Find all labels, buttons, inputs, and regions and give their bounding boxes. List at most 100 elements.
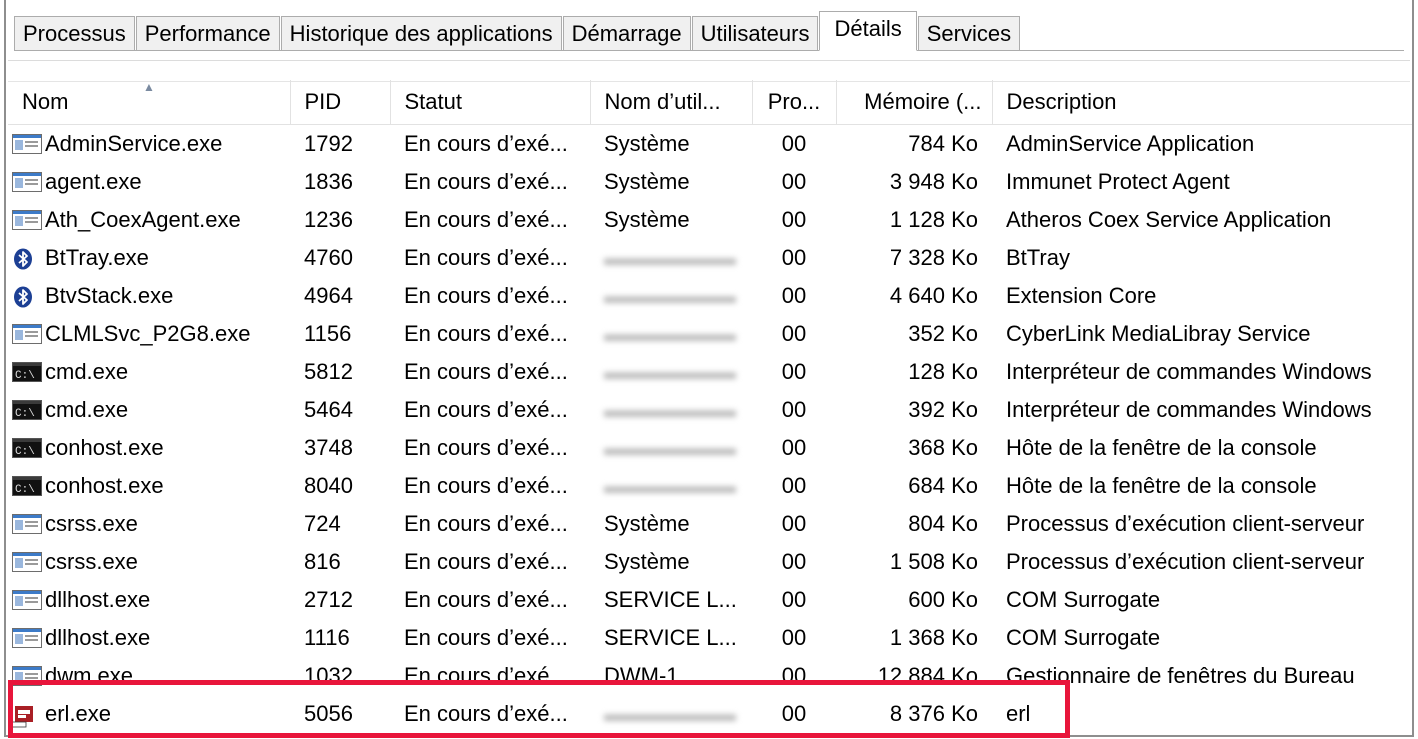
- description-cell: Interpréteur de commandes Windows: [1006, 397, 1372, 422]
- cpu-cell: 00: [781, 207, 807, 232]
- table-row[interactable]: erl.exe 5056 En cours d’exé... ▬▬▬▬▬▬ 00 8 37…: [8, 695, 1412, 733]
- redacted-user-name: ▬▬▬▬▬▬: [604, 701, 736, 726]
- tab-services[interactable]: Services: [917, 16, 1021, 50]
- description-cell: Interpréteur de commandes Windows: [1006, 359, 1372, 384]
- column-header-cpu[interactable]: Pro...: [752, 80, 837, 125]
- pid-cell: 4760: [304, 245, 353, 270]
- cpu-cell: 00: [781, 549, 807, 574]
- memory-cell: 3 948 Ko: [889, 169, 978, 194]
- status-cell: En cours d’exé...: [404, 511, 568, 536]
- pid-cell: 5812: [304, 359, 353, 384]
- tab-performance[interactable]: Performance: [135, 16, 280, 50]
- user-cell: ▬▬▬▬▬▬: [590, 391, 752, 429]
- description-cell: COM Surrogate: [1006, 587, 1161, 612]
- user-cell: ▬▬▬▬▬▬: [590, 315, 752, 353]
- description-cell: CyberLink MediaLibray Service: [1006, 321, 1311, 346]
- process-name: csrss.exe: [8, 543, 290, 581]
- table-row[interactable]: csrss.exe 816 En cours d’exé... Système 00 1 …: [8, 543, 1412, 581]
- process-name: BtTray.exe: [8, 239, 290, 277]
- tab-historique[interactable]: Historique des applications: [280, 16, 562, 50]
- column-header-description[interactable]: Description: [992, 80, 1412, 125]
- table-row[interactable]: BtvStack.exe 4964 En cours d’exé... ▬▬▬▬▬▬ 0…: [8, 277, 1412, 315]
- tab-processus[interactable]: Processus: [14, 16, 135, 50]
- table-row[interactable]: Ath_CoexAgent.exe 1236 En cours d’exé... Sy…: [8, 201, 1412, 239]
- memory-cell: 4 640 Ko: [889, 283, 978, 308]
- status-cell: En cours d’exé...: [404, 321, 568, 346]
- cpu-cell: 00: [781, 511, 807, 536]
- sort-ascending-icon: ▲: [143, 80, 155, 94]
- table-row[interactable]: dllhost.exe 1116 En cours d’exé... SERVICE …: [8, 619, 1412, 657]
- status-cell: En cours d’exé...: [404, 169, 568, 194]
- pid-cell: 2712: [304, 587, 353, 612]
- pid-cell: 816: [304, 549, 341, 574]
- user-cell: ▬▬▬▬▬▬: [590, 695, 752, 733]
- table-row[interactable]: C:\ conhost.exe 3748 En cours d’exé... ▬▬▬▬▬…: [8, 429, 1412, 467]
- cpu-cell: 00: [781, 359, 807, 384]
- status-cell: En cours d’exé...: [404, 435, 568, 460]
- console-icon: C:\: [12, 476, 42, 498]
- pid-cell: 5056: [304, 701, 353, 726]
- tab-utilisateurs[interactable]: Utilisateurs: [691, 16, 819, 50]
- tab-demarrage[interactable]: Démarrage: [562, 16, 691, 50]
- table-row[interactable]: agent.exe 1836 En cours d’exé... Système 00 3…: [8, 163, 1412, 201]
- user-cell: ▬▬▬▬▬▬: [590, 353, 752, 391]
- status-cell: En cours d’exé...: [404, 207, 568, 232]
- status-cell: En cours d’exé...: [404, 131, 568, 156]
- user-cell: ▬▬▬▬▬▬: [590, 277, 752, 315]
- bluetooth-icon: [12, 286, 42, 308]
- redacted-user-name: ▬▬▬▬▬▬: [604, 245, 736, 270]
- process-name-label: csrss.exe: [45, 511, 138, 536]
- memory-cell: 1 128 Ko: [889, 207, 978, 232]
- process-name: BtvStack.exe: [8, 277, 290, 315]
- tab-bar: Processus Performance Historique des app…: [14, 10, 1404, 51]
- column-header-pid[interactable]: PID: [290, 80, 391, 125]
- status-cell: En cours d’exé...: [404, 283, 568, 308]
- table-row[interactable]: AdminService.exe 1792 En cours d’exé... Sys…: [8, 125, 1412, 164]
- column-header-memory[interactable]: Mémoire (...: [836, 80, 993, 125]
- table-row[interactable]: CLMLSvc_P2G8.exe 1156 En cours d’exé... ▬▬▬…: [8, 315, 1412, 353]
- app-window-icon: [12, 210, 42, 232]
- description-cell: Gestionnaire de fenêtres du Bureau: [1006, 663, 1355, 688]
- memory-cell: 352 Ko: [908, 321, 978, 346]
- user-cell: Système: [604, 169, 690, 194]
- tab-details[interactable]: Détails: [819, 11, 917, 51]
- table-row[interactable]: csrss.exe 724 En cours d’exé... Système 00 80…: [8, 505, 1412, 543]
- memory-cell: 600 Ko: [908, 587, 978, 612]
- status-cell: En cours d’exé...: [404, 359, 568, 384]
- table-row[interactable]: dllhost.exe 2712 En cours d’exé... SERVICE …: [8, 581, 1412, 619]
- table-row[interactable]: C:\ cmd.exe 5812 En cours d’exé... ▬▬▬▬▬▬ 00 1…: [8, 353, 1412, 391]
- status-cell: En cours d’exé...: [404, 473, 568, 498]
- process-name: C:\ cmd.exe: [8, 391, 290, 429]
- bluetooth-icon: [12, 248, 42, 270]
- memory-cell: 7 328 Ko: [889, 245, 978, 270]
- pid-cell: 724: [304, 511, 341, 536]
- process-name: AdminService.exe: [8, 125, 290, 164]
- table-row[interactable]: C:\ cmd.exe 5464 En cours d’exé... ▬▬▬▬▬▬ 00 3…: [8, 391, 1412, 429]
- table-row[interactable]: dwm.exe 1032 En cours d’exé... DWM-1 00 12 88…: [8, 657, 1412, 695]
- cpu-cell: 00: [781, 663, 807, 688]
- cpu-cell: 00: [781, 397, 807, 422]
- column-header-name[interactable]: ▲ Nom: [8, 80, 291, 125]
- app-window-icon: [12, 590, 42, 612]
- cpu-cell: 00: [781, 245, 807, 270]
- table-row[interactable]: C:\ conhost.exe 8040 En cours d’exé... ▬▬▬▬▬…: [8, 467, 1412, 505]
- description-cell: Atheros Coex Service Application: [1006, 207, 1332, 232]
- process-name: agent.exe: [8, 163, 290, 201]
- console-icon: C:\: [12, 438, 42, 460]
- status-cell: En cours d’exé...: [404, 245, 568, 270]
- status-cell: En cours d’exé...: [404, 587, 568, 612]
- description-cell: Processus d’exécution client-serveur: [1006, 549, 1365, 574]
- process-name: dwm.exe: [8, 657, 290, 695]
- svg-text:C:\: C:\: [15, 370, 35, 382]
- process-name-label: dllhost.exe: [45, 625, 151, 650]
- user-cell: DWM-1: [604, 663, 679, 688]
- table-row[interactable]: BtTray.exe 4760 En cours d’exé... ▬▬▬▬▬▬ 00 7…: [8, 239, 1412, 277]
- memory-cell: 8 376 Ko: [889, 701, 978, 726]
- pid-cell: 1236: [304, 207, 353, 232]
- process-name-label: CLMLSvc_P2G8.exe: [45, 321, 251, 346]
- app-window-icon: [12, 552, 42, 574]
- table-header-row: ▲ Nom PID Statut Nom d’util... Pro... Mém…: [8, 80, 1412, 125]
- app-window-icon: [12, 172, 42, 194]
- column-header-user[interactable]: Nom d’util...: [590, 80, 753, 125]
- column-header-status[interactable]: Statut: [390, 80, 591, 125]
